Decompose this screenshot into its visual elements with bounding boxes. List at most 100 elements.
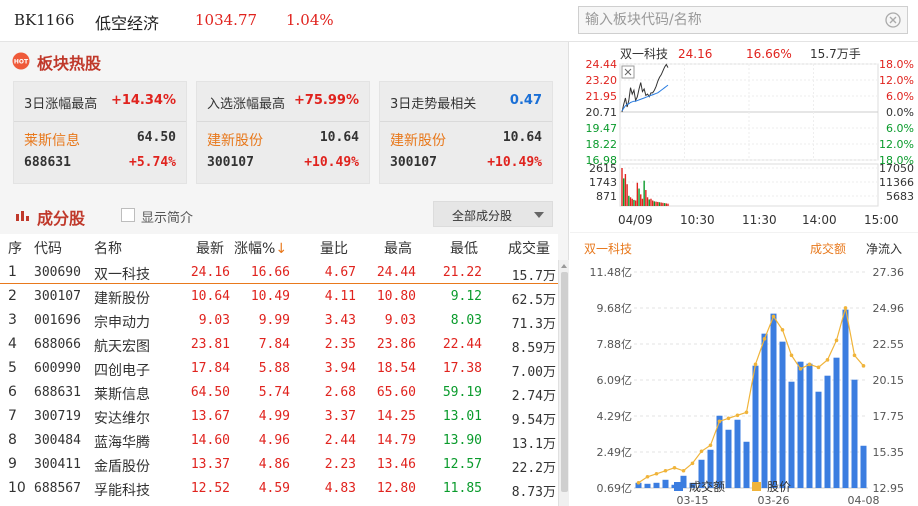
table-row[interactable]: 5 600990 四创电子 17.84 5.88 3.94 18.54 17.38 7.00万 (0, 356, 558, 380)
row-low: 12.57 (442, 457, 482, 472)
col-header-pct[interactable]: 涨幅%↓ (234, 238, 287, 258)
table-header-row: 序 代码 名称 最新 涨幅%↓ 量比 最高 最低 成交量 (0, 234, 558, 260)
turnover-chart[interactable]: 双一科技 成交额 净流入11.48亿 27.369.68亿 24.967.88亿 22.5… (570, 232, 918, 506)
card-value: +14.34% (110, 93, 176, 108)
row-code: 688066 (34, 337, 81, 352)
table-row[interactable]: 9 300411 金盾股份 13.37 4.86 2.23 13.46 12.57 22.2万 (0, 452, 558, 476)
row-index: 9 (8, 456, 17, 472)
row-code: 688631 (34, 385, 81, 400)
row-ratio: 4.67 (324, 265, 356, 280)
row-pct: 5.74 (258, 385, 290, 400)
row-price: 9.03 (198, 313, 230, 328)
pct-tick-label: 6.0% (886, 90, 914, 103)
turnover-tick-label: 6.09亿 (597, 374, 633, 387)
pct-tick-label: 0.0% (886, 106, 914, 119)
turnover-bar (833, 357, 840, 488)
row-code: 300719 (34, 409, 81, 424)
close-circle-icon[interactable] (885, 12, 901, 28)
table-row[interactable]: 6 688631 莱斯信息 64.50 5.74 2.68 65.60 59.19 2.74万 (0, 380, 558, 404)
turnover-legend: 成交额 股价 (674, 478, 874, 494)
row-low: 22.44 (442, 337, 482, 352)
col-header-low[interactable]: 最低 (450, 238, 478, 258)
show-intro-checkbox[interactable] (121, 208, 135, 222)
col-header-index[interactable]: 序 (8, 238, 22, 258)
row-index: 5 (8, 360, 17, 376)
table-row[interactable]: 8 300484 蓝海华腾 14.60 4.96 2.44 14.79 13.90 13.1万 (0, 428, 558, 452)
scroll-thumb[interactable] (561, 272, 568, 492)
table-row[interactable]: 3 001696 宗申动力 9.03 9.99 3.43 9.03 8.03 71.3万 (0, 308, 558, 332)
hot-card-correlated[interactable]: 3日走势最相关 0.47 建新股份 10.64 300107 +10.49% (379, 81, 553, 184)
table-row[interactable]: 10 688567 孚能科技 12.52 4.59 4.83 12.80 11.85 8.73万 (0, 476, 558, 500)
price-point (771, 314, 776, 319)
table-row[interactable]: 7 300719 安达维尔 13.67 4.99 3.37 14.25 13.01 9.54万 (0, 404, 558, 428)
price-right-tick-label: 17.75 (873, 410, 905, 423)
row-price: 13.37 (190, 457, 230, 472)
card-stock-pct: +10.49% (487, 155, 542, 170)
col-header-price[interactable]: 最新 (196, 238, 224, 258)
row-name: 莱斯信息 (94, 387, 150, 403)
turnover-x-tick-label: 03-26 (758, 494, 790, 506)
price-point (681, 468, 686, 473)
row-low: 13.90 (442, 433, 482, 448)
row-price: 12.52 (190, 481, 230, 496)
row-volume: 71.3万 (511, 317, 556, 332)
turnover-tick-label: 7.88亿 (597, 338, 633, 351)
legend-item[interactable]: 股价 (752, 478, 791, 495)
col-header-code[interactable]: 代码 (34, 238, 62, 258)
row-name: 宗申动力 (94, 315, 150, 331)
turnover-x-tick-label: 03-15 (677, 494, 709, 506)
volume-plot-frame (619, 163, 879, 207)
hot-card-selected-top[interactable]: 入选涨幅最高 +75.99% 建新股份 10.64 300107 +10.49% (196, 81, 370, 184)
vol-right-tick-label: 17050 (879, 162, 914, 175)
turnover-bar (824, 375, 831, 488)
mini-stock-name: 双一科技 (620, 47, 668, 61)
row-volume: 2.74万 (511, 389, 556, 404)
card-stock-code: 300107 (207, 155, 254, 170)
col-header-high[interactable]: 最高 (384, 238, 412, 258)
turnover-stock-name: 双一科技 (584, 242, 632, 256)
hot-stocks-header: HOT 板块热股 (0, 42, 569, 78)
row-low: 59.19 (442, 385, 482, 400)
card-stock-name[interactable]: 建新股份 (390, 130, 446, 150)
price-point (816, 365, 821, 370)
table-scrollbar[interactable] (558, 260, 569, 506)
legend-label: 成交额 (689, 480, 726, 494)
row-ratio: 2.68 (324, 385, 356, 400)
row-name: 四创电子 (94, 363, 150, 379)
constituents-filter-dropdown[interactable]: 全部成分股 (433, 201, 553, 227)
show-intro-label[interactable]: 显示简介 (141, 207, 193, 226)
turnover-bar (797, 361, 804, 488)
card-stock-name[interactable]: 莱斯信息 (24, 130, 80, 150)
row-name: 安达维尔 (94, 411, 150, 427)
intraday-chart[interactable]: 双一科技 24.16 16.66% 15.7万手 24.44 18.0% 23.20 12.0… (570, 42, 918, 232)
col-header-volume[interactable]: 成交量 (508, 238, 550, 258)
row-index: 10 (8, 480, 26, 496)
hot-card-3day-top[interactable]: 3日涨幅最高 +14.34% 莱斯信息 64.50 688631 +5.74% (13, 81, 187, 184)
col-header-name[interactable]: 名称 (94, 238, 122, 258)
table-row[interactable]: 4 688066 航天宏图 23.81 7.84 2.35 23.86 22.44 8.59万 (0, 332, 558, 356)
price-right-tick-label: 24.96 (873, 302, 905, 315)
row-code: 688567 (34, 481, 81, 496)
row-index: 1 (8, 264, 17, 280)
chevron-down-icon (534, 212, 544, 218)
close-x-icon[interactable] (621, 65, 635, 79)
table-row[interactable]: 1 300690 双一科技 24.16 16.66 4.67 24.44 21.22 15.7万 (0, 260, 558, 284)
row-low: 13.01 (442, 409, 482, 424)
card-stock-name[interactable]: 建新股份 (207, 130, 263, 150)
table-row[interactable]: 2 300107 建新股份 10.64 10.49 4.11 10.80 9.12 62.5万 (0, 284, 558, 308)
row-high: 12.80 (376, 481, 416, 496)
card-stock-code: 300107 (390, 155, 437, 170)
search-input[interactable] (579, 7, 879, 33)
price-tick-label: 18.22 (586, 138, 618, 151)
price-tick-label: 23.20 (586, 74, 618, 87)
row-index: 8 (8, 432, 17, 448)
row-high: 14.25 (376, 409, 416, 424)
row-index: 6 (8, 384, 17, 400)
row-index: 7 (8, 408, 17, 424)
row-low: 9.12 (450, 289, 482, 304)
scroll-up-arrow-icon[interactable] (561, 264, 567, 268)
turnover-bar (779, 341, 786, 488)
col-header-ratio[interactable]: 量比 (320, 238, 348, 258)
legend-item[interactable]: 成交额 (674, 478, 725, 495)
price-right-tick-label: 20.15 (873, 374, 905, 387)
